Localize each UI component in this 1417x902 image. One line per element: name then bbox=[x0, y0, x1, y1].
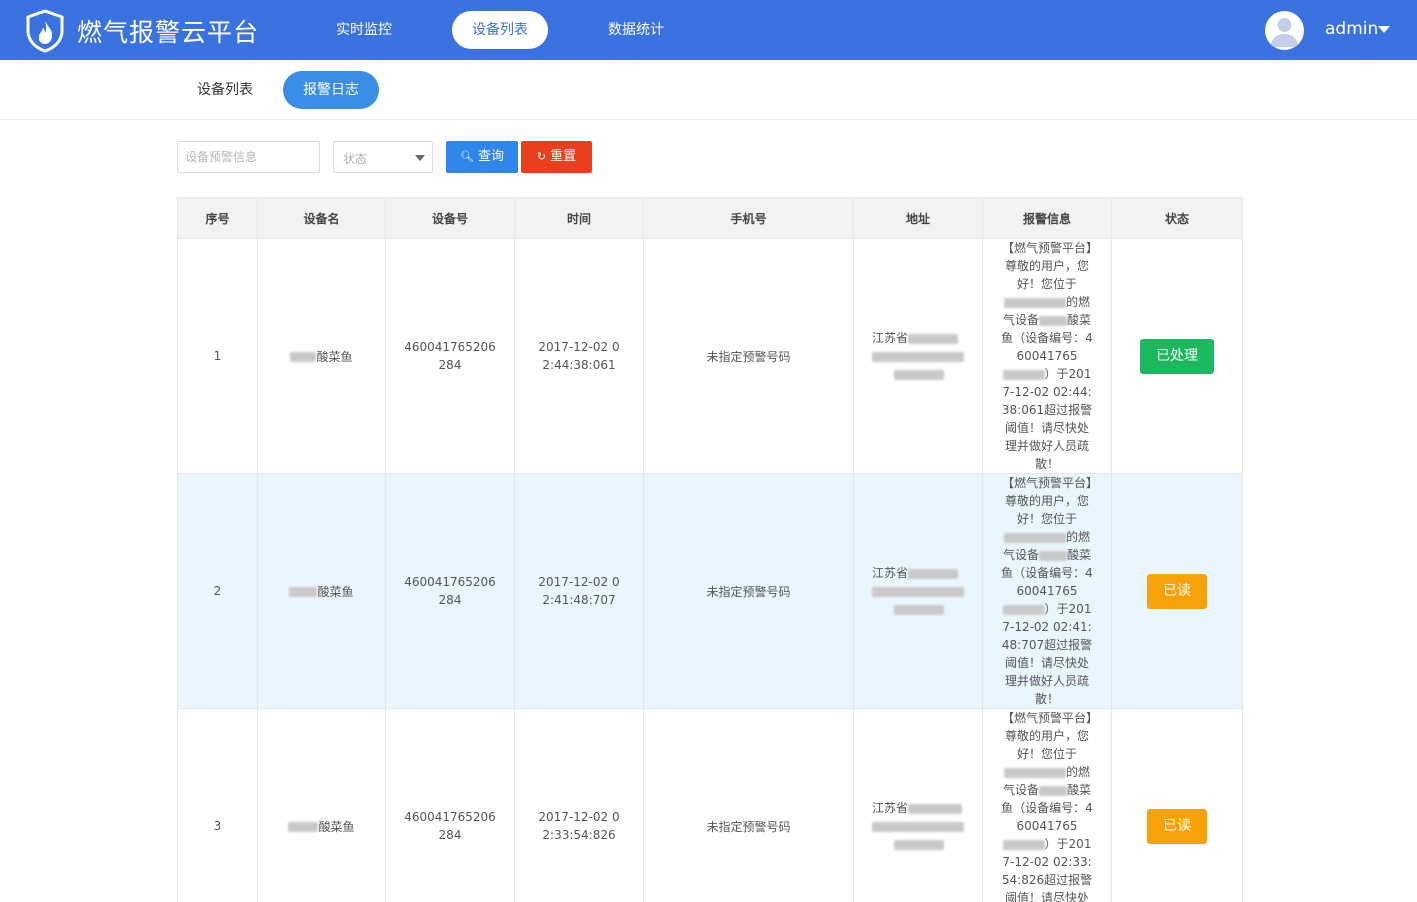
col-header-phone: 手机号 bbox=[643, 197, 854, 239]
redacted-text bbox=[1003, 297, 1066, 308]
cell-address: 江苏省 bbox=[853, 238, 983, 474]
redacted-text bbox=[908, 568, 959, 579]
cell-device-name: 酸菜鱼 bbox=[257, 238, 386, 474]
cell-alarm-info: 【燃气预警平台】尊敬的用户，您好！您位于的燃气设备 酸菜鱼（设备编号：460041… bbox=[982, 708, 1112, 902]
redacted-text bbox=[1002, 369, 1045, 380]
table-row[interactable]: 2 酸菜鱼 460041765206284 2017-12-02 02:41:4… bbox=[177, 473, 1243, 709]
cell-time: 2017-12-02 02:44:38:061 bbox=[514, 238, 644, 474]
user-avatar-icon[interactable] bbox=[1265, 11, 1304, 50]
col-header-status: 状态 bbox=[1111, 197, 1243, 239]
redacted-text bbox=[908, 333, 959, 344]
alarm-text-part: 【燃气预警平台】尊敬的用户，您好！您位于 bbox=[1001, 711, 1092, 761]
table-header-row: 序号 设备名 设备号 时间 手机号 地址 报警信息 状态 bbox=[177, 197, 1243, 239]
alarm-log-table: 序号 设备名 设备号 时间 手机号 地址 报警信息 状态 1 酸菜鱼 46004… bbox=[177, 197, 1243, 902]
redacted-text bbox=[872, 351, 964, 362]
chevron-down-icon bbox=[415, 155, 425, 161]
col-header-alarm-info: 报警信息 bbox=[982, 197, 1112, 239]
cell-index: 3 bbox=[177, 708, 258, 902]
redacted-text bbox=[894, 604, 944, 615]
device-name-text: 酸菜鱼 bbox=[316, 349, 353, 364]
alarm-text-part: ）于2017-12-02 02:44:38:061超过报警阈值！请尽快处理并做好… bbox=[1001, 367, 1093, 471]
nav-data-statistics[interactable]: 数据统计 bbox=[588, 11, 684, 49]
redacted-text bbox=[872, 586, 964, 597]
cell-index: 2 bbox=[177, 473, 258, 709]
redacted-text bbox=[1039, 550, 1067, 561]
address-text: 江苏省 bbox=[872, 566, 909, 580]
col-header-device-no: 设备号 bbox=[385, 197, 515, 239]
device-name-text: 酸菜鱼 bbox=[317, 584, 354, 599]
alarm-text-part: 【燃气预警平台】尊敬的用户，您好！您位于 bbox=[1001, 476, 1092, 526]
username[interactable]: admin bbox=[1325, 19, 1378, 39]
status-badge-read[interactable]: 已读 bbox=[1147, 808, 1207, 844]
cell-device-name: 酸菜鱼 bbox=[257, 473, 386, 709]
search-icon: 🔍︎ bbox=[460, 150, 474, 163]
device-name-text: 酸菜鱼 bbox=[318, 819, 355, 834]
top-navbar: 燃气报警云平台 实时监控 设备列表 数据统计 admin bbox=[0, 0, 1417, 60]
redacted-text bbox=[872, 821, 964, 832]
alarm-text-part: 【燃气预警平台】尊敬的用户，您好！您位于 bbox=[1001, 241, 1092, 291]
col-header-address: 地址 bbox=[853, 197, 983, 239]
col-header-device-name: 设备名 bbox=[257, 197, 386, 239]
cell-status: 已读 bbox=[1111, 473, 1243, 709]
redacted-text bbox=[288, 822, 319, 832]
cell-device-name: 酸菜鱼 bbox=[257, 708, 386, 902]
cell-device-no: 460041765206284 bbox=[385, 238, 515, 474]
cell-phone: 未指定预警号码 bbox=[643, 473, 854, 709]
alarm-text-part: ）于2017-12-02 02:41:48:707超过报警阈值！请尽快处理并做好… bbox=[1001, 602, 1093, 706]
reset-button[interactable]: ↻ 重置 bbox=[521, 141, 592, 173]
nav-device-list[interactable]: 设备列表 bbox=[452, 11, 548, 49]
cell-device-no: 460041765206284 bbox=[385, 473, 515, 709]
redacted-text bbox=[1002, 839, 1045, 850]
cell-address: 江苏省 bbox=[853, 708, 983, 902]
nav-realtime-monitor[interactable]: 实时监控 bbox=[316, 11, 412, 49]
redacted-text bbox=[289, 587, 318, 597]
tab-alarm-log[interactable]: 报警日志 bbox=[283, 71, 379, 109]
reset-button-label: 重置 bbox=[550, 149, 577, 164]
cell-device-no: 460041765206284 bbox=[385, 708, 515, 902]
tab-device-list[interactable]: 设备列表 bbox=[180, 71, 270, 109]
cell-status: 已读 bbox=[1111, 708, 1243, 902]
address-text: 江苏省 bbox=[872, 331, 909, 345]
cell-address: 江苏省 bbox=[853, 473, 983, 709]
redacted-text bbox=[290, 352, 317, 362]
query-button[interactable]: 🔍︎ 查询 bbox=[446, 141, 518, 173]
col-header-time: 时间 bbox=[514, 197, 644, 239]
refresh-icon: ↻ bbox=[536, 150, 547, 163]
cell-index: 1 bbox=[177, 238, 258, 474]
cell-alarm-info: 【燃气预警平台】尊敬的用户，您好！您位于的燃气设备 酸菜鱼（设备编号：460041… bbox=[982, 473, 1112, 709]
alarm-search-input[interactable] bbox=[177, 141, 320, 173]
redacted-text bbox=[908, 803, 963, 814]
cell-time: 2017-12-02 02:33:54:826 bbox=[514, 708, 644, 902]
cell-time: 2017-12-02 02:41:48:707 bbox=[514, 473, 644, 709]
redacted-text bbox=[894, 369, 944, 380]
status-badge-processed[interactable]: 已处理 bbox=[1140, 338, 1214, 374]
redacted-text bbox=[894, 839, 944, 850]
address-text: 江苏省 bbox=[872, 801, 909, 815]
cell-status: 已处理 bbox=[1111, 238, 1243, 474]
cell-alarm-info: 【燃气预警平台】尊敬的用户，您好！您位于的燃气设备 酸菜鱼（设备编号：460041… bbox=[982, 238, 1112, 474]
caret-down-icon[interactable] bbox=[1378, 26, 1390, 33]
brand-title: 燃气报警云平台 bbox=[77, 18, 260, 47]
table-row[interactable]: 3 酸菜鱼 460041765206284 2017-12-02 02:33:5… bbox=[177, 708, 1243, 902]
redacted-text bbox=[1039, 785, 1067, 796]
redacted-text bbox=[1003, 532, 1066, 543]
col-header-index: 序号 bbox=[177, 197, 258, 239]
status-badge-read[interactable]: 已读 bbox=[1147, 573, 1207, 609]
query-button-label: 查询 bbox=[477, 149, 504, 164]
cell-phone: 未指定预警号码 bbox=[643, 708, 854, 902]
status-select[interactable]: 状态 bbox=[333, 141, 433, 173]
status-select-placeholder: 状态 bbox=[343, 152, 368, 166]
redacted-text bbox=[1039, 315, 1067, 326]
redacted-text bbox=[1002, 604, 1045, 615]
sub-navbar: 设备列表 报警日志 bbox=[0, 60, 1417, 120]
table-row[interactable]: 1 酸菜鱼 460041765206284 2017-12-02 02:44:3… bbox=[177, 238, 1243, 474]
cell-phone: 未指定预警号码 bbox=[643, 238, 854, 474]
shield-flame-icon bbox=[26, 9, 64, 53]
redacted-text bbox=[1003, 767, 1066, 778]
